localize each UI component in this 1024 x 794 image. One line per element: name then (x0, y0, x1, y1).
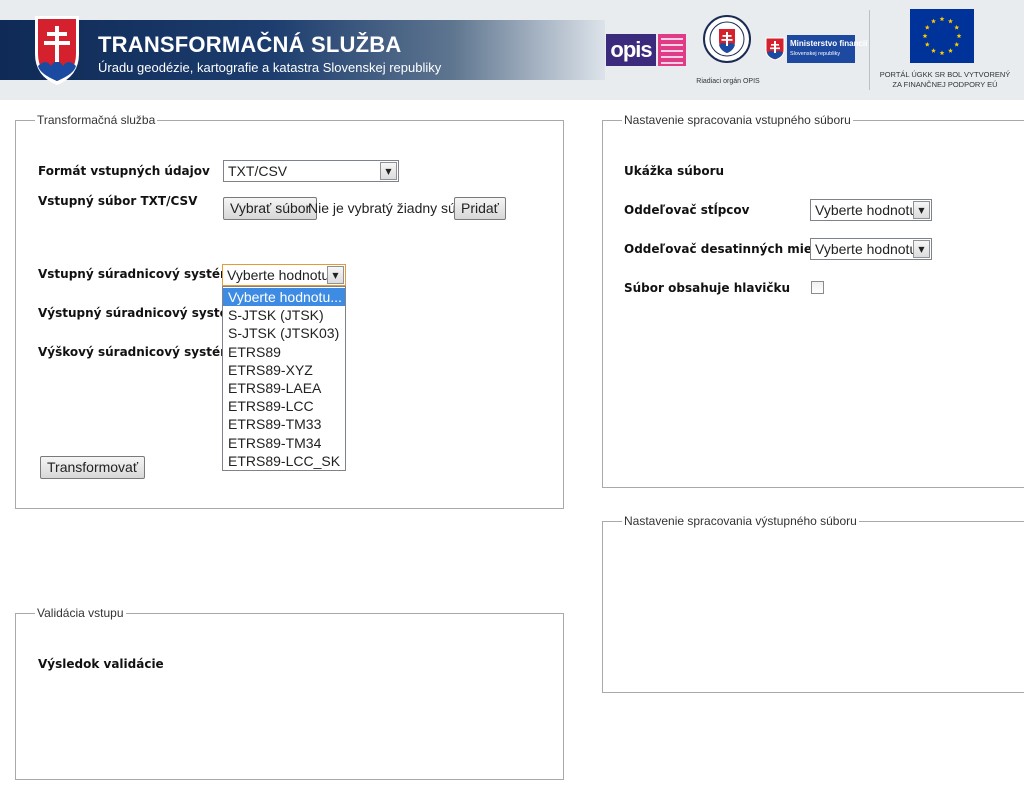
format-select[interactable]: TXT/CSV ▼ (223, 160, 399, 182)
eu-caption: PORTÁL ÚGKK SR BOL VYTVORENÝ ZA FINANČNE… (876, 70, 1014, 90)
column-separator-value: Vyberte hodnotu... (815, 202, 929, 218)
validation-legend: Validácia vstupu (35, 606, 126, 621)
state-seal-icon[interactable] (703, 15, 751, 63)
header-title: TRANSFORMAČNÁ SLUŽBA (98, 32, 402, 57)
eu-caption-line2: ZA FINANČNEJ PODPORY EÚ (892, 80, 998, 89)
dropdown-option[interactable]: ETRS89-LAEA (223, 379, 345, 397)
mf-logo[interactable]: Ministerstvo financií Slovenskej republi… (765, 34, 867, 64)
dropdown-option[interactable]: ETRS89 (223, 343, 345, 361)
opis-logo[interactable]: opis (606, 33, 688, 67)
decimal-separator-label: Oddeľovač desatinných miest (624, 242, 825, 256)
choose-file-button[interactable]: Vybrať súbor (223, 197, 318, 220)
chevron-down-icon[interactable]: ▼ (327, 266, 344, 284)
output-settings-legend: Nastavenie spracovania výstupného súboru (622, 514, 859, 529)
height-crs-label: Výškový súradnicový systém (38, 345, 233, 359)
input-crs-select[interactable]: Vyberte hodnotu... ▼ (222, 264, 346, 286)
transform-button[interactable]: Transformovať (40, 456, 146, 479)
page-header: TRANSFORMAČNÁ SLUŽBA Úradu geodézie, kar… (0, 0, 1024, 100)
decimal-separator-value: Vyberte hodnotu... (815, 241, 929, 257)
transform-legend: Transformačná služba (35, 113, 158, 128)
chevron-down-icon[interactable]: ▼ (380, 162, 397, 180)
no-file-text: Nie je vybratý žiadny súbor (308, 200, 477, 216)
dropdown-option[interactable]: S-JTSK (JTSK03) (223, 324, 345, 342)
format-select-value: TXT/CSV (228, 163, 288, 179)
dropdown-option[interactable]: ETRS89-TM34 (223, 434, 345, 452)
chevron-down-icon[interactable]: ▼ (913, 201, 930, 219)
file-label: Vstupný súbor TXT/CSV (38, 194, 198, 208)
decimal-separator-select[interactable]: Vyberte hodnotu... ▼ (810, 238, 932, 260)
chevron-down-icon[interactable]: ▼ (913, 240, 930, 258)
sample-label: Ukážka súboru (624, 164, 725, 178)
input-settings-legend: Nastavenie spracovania vstupného súboru (622, 113, 853, 128)
dropdown-option[interactable]: S-JTSK (JTSK) (223, 306, 345, 324)
column-separator-select[interactable]: Vyberte hodnotu... ▼ (810, 199, 932, 221)
format-label: Formát vstupných údajov (38, 164, 210, 178)
validation-fieldset: Validácia vstupu (15, 606, 564, 780)
header-divider (869, 10, 870, 90)
input-crs-select-value: Vyberte hodnotu... (227, 267, 341, 283)
dropdown-option[interactable]: Vyberte hodnotu... (223, 288, 345, 307)
opis-logo-icon: opis (606, 34, 656, 66)
seal-caption: Riadiaci orgán OPIS (696, 78, 760, 85)
opis-stripe-graphic (658, 34, 686, 66)
mf-label-box: Ministerstvo financií Slovenskej republi… (787, 35, 867, 63)
output-settings-fieldset: Nastavenie spracovania výstupného súboru (602, 514, 1024, 693)
add-button[interactable]: Pridať (454, 197, 506, 220)
mf-subtitle: Slovenskej republiky (790, 51, 841, 57)
dropdown-option[interactable]: ETRS89-XYZ (223, 361, 345, 379)
mf-title: Ministerstvo financií (790, 39, 868, 48)
dropdown-option[interactable]: ETRS89-LCC_SK (223, 452, 345, 470)
dropdown-option[interactable]: ETRS89-TM33 (223, 415, 345, 433)
validation-result-label: Výsledok validácie (38, 657, 164, 671)
input-crs-dropdown-list[interactable]: Vyberte hodnotu... S-JTSK (JTSK) S-JTSK (J… (222, 286, 346, 471)
column-separator-label: Oddeľovač stĺpcov (624, 203, 750, 217)
dropdown-option[interactable]: ETRS89-LCC (223, 397, 345, 415)
sk-coat-of-arms-icon (35, 16, 79, 85)
input-crs-label: Vstupný súradnicový systém (38, 267, 233, 281)
eu-flag-icon[interactable] (910, 9, 974, 63)
mf-flag-icon (765, 37, 785, 61)
header-row-checkbox[interactable] (811, 281, 824, 294)
header-row-label: Súbor obsahuje hlavičku (624, 281, 791, 295)
header-subtitle: Úradu geodézie, kartografie a katastra S… (98, 60, 442, 75)
output-crs-label: Výstupný súradnicový systém (38, 306, 241, 320)
eu-caption-line1: PORTÁL ÚGKK SR BOL VYTVORENÝ (879, 70, 1011, 79)
